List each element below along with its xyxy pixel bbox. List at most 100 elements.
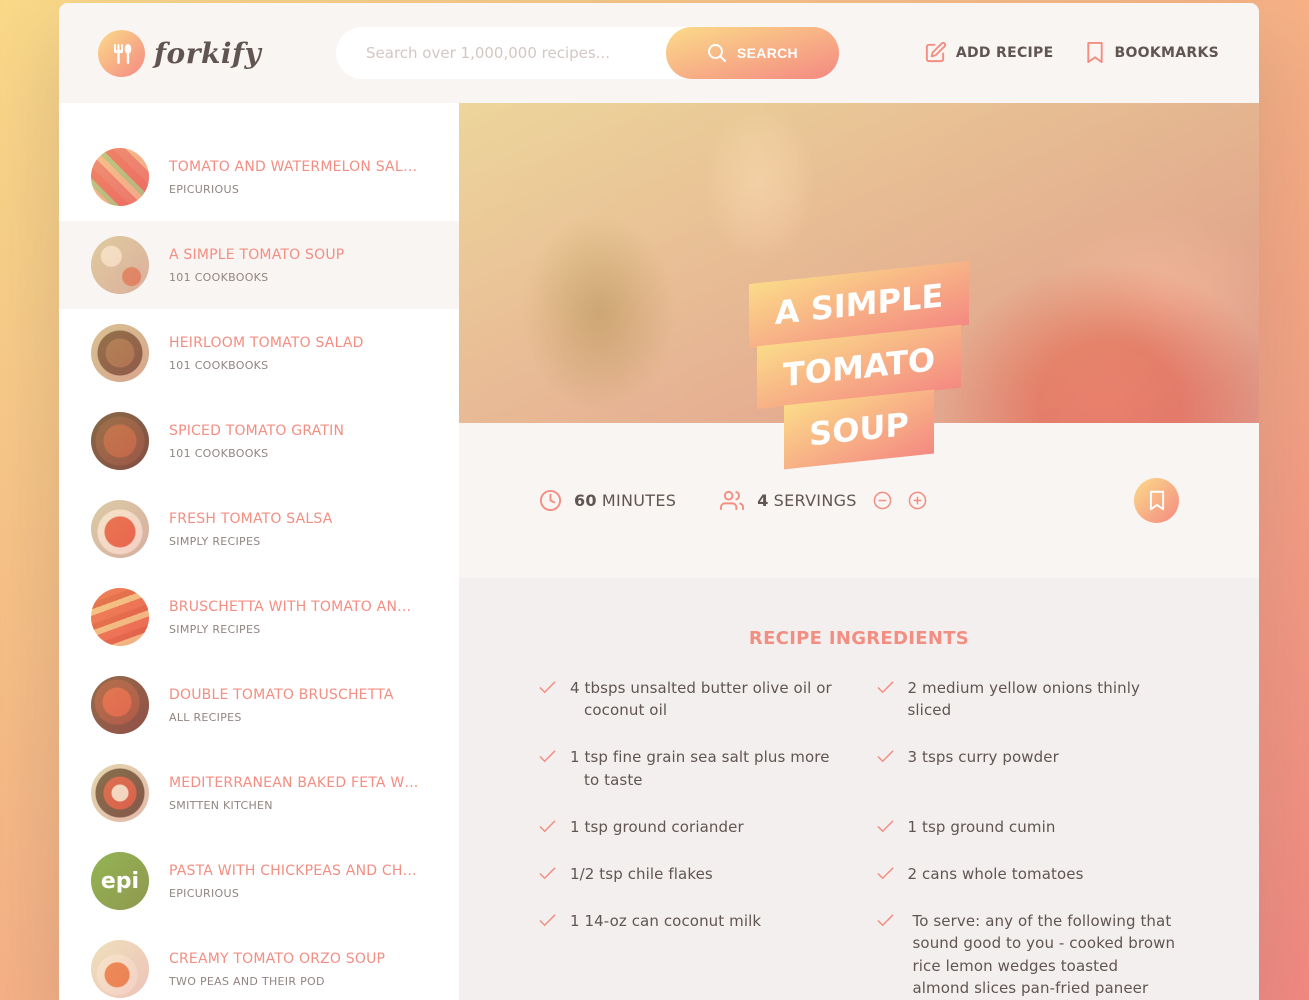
ingredient-text: 1 tsp ground cumin xyxy=(907,817,1056,836)
ingredients-heading: RECIPE INGREDIENTS xyxy=(748,628,970,649)
bookmark-recipe-button[interactable] xyxy=(1134,478,1179,523)
result-item[interactable]: epi PASTA WITH CHICKPEAS AND CHARD EPICU… xyxy=(59,837,459,925)
check-icon xyxy=(539,681,556,694)
result-item[interactable]: CREAMY TOMATO ORZO SOUP TWO PEAS AND THE… xyxy=(59,925,459,1000)
ingredient-item: 1 14-oz can coconut milk xyxy=(539,910,842,1000)
recipe-time: 60 MINUTES xyxy=(539,489,676,512)
result-publisher: SIMPLY RECIPES xyxy=(169,534,261,548)
result-thumbnail xyxy=(91,412,149,470)
check-icon xyxy=(539,820,556,833)
ingredient-text: 2 cans whole tomatoes xyxy=(907,864,1084,883)
fork-spoon-icon xyxy=(98,30,145,77)
ingredient-item: 1 tsp ground coriander xyxy=(539,816,842,838)
check-icon xyxy=(876,750,894,763)
result-item[interactable]: BRUSCHETTA WITH TOMATO AND BASIL SIMPLY … xyxy=(59,573,459,661)
recipe-servings: 4 SERVINGS xyxy=(720,489,939,512)
minus-circle-icon[interactable] xyxy=(873,491,892,510)
recipe-figure: A SIMPLE TOMATO SOUP xyxy=(459,103,1259,469)
ingredient-text: 1 tsp ground coriander xyxy=(570,817,744,836)
result-title: MEDITERRANEAN BAKED FETA WITH TOMATOES xyxy=(169,774,419,791)
recipe-title: A SIMPLE TOMATO SOUP xyxy=(689,255,1029,478)
recipe-ingredients: RECIPE INGREDIENTS 4 tbsps unsalted butt… xyxy=(459,578,1259,1000)
result-item[interactable]: HEIRLOOM TOMATO SALAD 101 COOKBOOKS xyxy=(59,309,459,397)
result-item[interactable]: TOMATO AND WATERMELON SALAD EPICURIOUS xyxy=(59,133,459,221)
result-thumbnail xyxy=(91,500,149,558)
result-title: CREAMY TOMATO ORZO SOUP xyxy=(169,950,386,967)
result-publisher: EPICURIOUS xyxy=(169,182,240,196)
ingredient-item: To serve: any of the following that soun… xyxy=(876,910,1180,1000)
result-publisher: 101 COOKBOOKS xyxy=(169,358,269,372)
ingredient-item: 1 tsp ground cumin xyxy=(876,816,1180,838)
result-item[interactable]: MEDITERRANEAN BAKED FETA WITH TOMATOES S… xyxy=(59,749,459,837)
bookmark-icon xyxy=(1149,490,1164,511)
result-thumbnail xyxy=(91,940,149,998)
logo[interactable]: forkify xyxy=(98,30,261,77)
recipe-servings-count: 4 xyxy=(757,491,769,510)
add-recipe-label: ADD RECIPE xyxy=(955,44,1054,61)
ingredient-text: 2 medium yellow onions thinly sliced xyxy=(907,679,1141,720)
result-title: A SIMPLE TOMATO SOUP xyxy=(169,246,345,263)
result-title: TOMATO AND WATERMELON SALAD xyxy=(169,158,419,175)
recipe-servings-label: SERVINGS xyxy=(773,491,857,510)
recipe-title-line1: A SIMPLE TOMATO xyxy=(749,260,969,410)
ingredient-text: 1 14-oz can coconut milk xyxy=(570,912,762,931)
check-icon xyxy=(539,914,556,927)
ingredient-item: 3 tsps curry powder xyxy=(876,746,1180,790)
check-icon xyxy=(876,914,894,927)
result-publisher: TWO PEAS AND THEIR POD xyxy=(169,974,325,988)
search-icon xyxy=(708,44,727,62)
search-results: TOMATO AND WATERMELON SALAD EPICURIOUS A… xyxy=(59,103,459,1000)
result-item[interactable]: SPICED TOMATO GRATIN 101 COOKBOOKS xyxy=(59,397,459,485)
search-button[interactable]: SEARCH xyxy=(666,27,839,79)
ingredient-text: 4 tbsps unsalted butter olive oil or coc… xyxy=(570,679,832,720)
ingredient-text: 1 tsp fine grain sea salt plus more to t… xyxy=(570,748,830,789)
check-icon xyxy=(876,681,894,694)
result-title: DOUBLE TOMATO BRUSCHETTA xyxy=(169,686,394,703)
epi-logo: epi xyxy=(100,868,140,894)
search-button-label: SEARCH xyxy=(737,45,798,61)
check-icon xyxy=(539,750,556,763)
nav: ADD RECIPE BOOKMARKS xyxy=(924,41,1219,64)
result-thumbnail: epi xyxy=(91,852,149,910)
servings-controls xyxy=(873,491,939,510)
recipe-minutes-label: MINUTES xyxy=(601,491,677,510)
check-icon xyxy=(539,867,556,880)
ingredient-item: 2 cans whole tomatoes xyxy=(876,863,1180,885)
result-title: HEIRLOOM TOMATO SALAD xyxy=(169,334,364,351)
search-input[interactable] xyxy=(366,44,656,62)
result-publisher: SIMPLY RECIPES xyxy=(169,622,261,636)
bookmarks-button[interactable]: BOOKMARKS xyxy=(1085,41,1219,64)
result-title: FRESH TOMATO SALSA xyxy=(169,510,333,527)
ingredient-text: 3 tsps curry powder xyxy=(907,748,1059,767)
ingredient-text: To serve: any of the following that soun… xyxy=(912,912,1176,997)
result-publisher: ALL RECIPES xyxy=(169,710,242,724)
ingredient-text: 1/2 tsp chile flakes xyxy=(570,864,713,883)
add-recipe-button[interactable]: ADD RECIPE xyxy=(924,41,1054,64)
ingredient-item: 2 medium yellow onions thinly sliced xyxy=(876,677,1180,721)
plus-circle-icon[interactable] xyxy=(908,491,927,510)
result-publisher: SMITTEN KITCHEN xyxy=(169,798,273,812)
result-publisher: EPICURIOUS xyxy=(169,886,240,900)
check-icon xyxy=(876,867,894,880)
result-title: BRUSCHETTA WITH TOMATO AND BASIL xyxy=(169,598,419,615)
result-thumbnail xyxy=(91,764,149,822)
result-thumbnail xyxy=(91,588,149,646)
result-item-active[interactable]: A SIMPLE TOMATO SOUP 101 COOKBOOKS xyxy=(59,221,459,309)
users-icon xyxy=(720,490,745,511)
ingredient-item: 1 tsp fine grain sea salt plus more to t… xyxy=(539,746,842,790)
result-thumbnail xyxy=(91,236,149,294)
bookmark-icon xyxy=(1087,41,1104,64)
ingredient-item: 4 tbsps unsalted butter olive oil or coc… xyxy=(539,677,842,721)
result-title: PASTA WITH CHICKPEAS AND CHARD xyxy=(169,862,419,879)
result-item[interactable]: DOUBLE TOMATO BRUSCHETTA ALL RECIPES xyxy=(59,661,459,749)
check-icon xyxy=(876,820,894,833)
result-publisher: 101 COOKBOOKS xyxy=(169,270,269,284)
result-thumbnail xyxy=(91,676,149,734)
search-form: SEARCH xyxy=(336,27,839,79)
recipe-minutes: 60 xyxy=(574,491,597,510)
app-container: forkify SEARCH ADD RECIPE xyxy=(59,3,1259,1000)
logo-text: forkify xyxy=(154,37,262,70)
header: forkify SEARCH ADD RECIPE xyxy=(59,3,1259,103)
edit-icon xyxy=(925,41,946,63)
result-item[interactable]: FRESH TOMATO SALSA SIMPLY RECIPES xyxy=(59,485,459,573)
